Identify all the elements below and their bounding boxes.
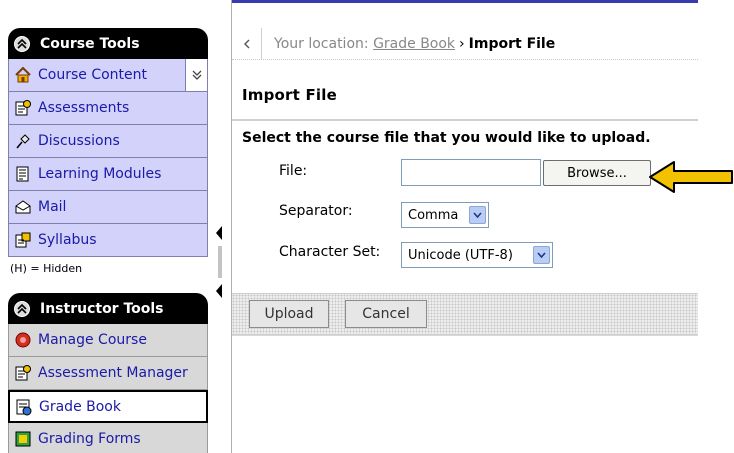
sidebar-item-syllabus[interactable]: Syllabus: [8, 224, 208, 257]
action-bar: Upload Cancel: [232, 293, 698, 335]
sidebar-item-label: Assessments: [38, 100, 130, 116]
action-divider: [232, 335, 698, 336]
separator-label: Separator:: [279, 203, 353, 219]
cancel-button[interactable]: Cancel: [345, 300, 427, 328]
sidebar-item-label: Manage Course: [38, 332, 147, 348]
course-tools-title: Course Tools: [40, 35, 140, 52]
top-border: [232, 0, 698, 3]
file-label: File:: [279, 163, 308, 179]
scroll-down-button[interactable]: [185, 59, 207, 91]
grade-book-icon: [14, 397, 34, 417]
separator-value: Comma: [408, 207, 459, 223]
sidebar-item-mail[interactable]: Mail: [8, 191, 208, 224]
sidebar-item-assessment-manager[interactable]: Assessment Manager: [8, 357, 208, 390]
sidebar-item-label: Grade Book: [39, 398, 121, 415]
page-title: Import File: [242, 86, 337, 104]
sidebar-resize-handle[interactable]: [212, 224, 226, 304]
sidebar-item-label: Syllabus: [38, 232, 97, 248]
instruction-text: Select the course file that you would li…: [242, 130, 651, 146]
grading-forms-icon: [13, 429, 33, 449]
course-tools-list: Course Content Assessments Discussions L…: [8, 59, 208, 257]
sidebar-item-discussions[interactable]: Discussions: [8, 125, 208, 158]
sidebar-item-label: Discussions: [38, 133, 120, 149]
document-icon: [13, 164, 33, 184]
sidebar: Course Tools Course Content Assessments …: [0, 0, 212, 453]
sidebar-item-label: Mail: [38, 199, 67, 215]
charset-label: Character Set:: [279, 244, 381, 260]
breadcrumb-text: Your location: Grade Book › Import File: [274, 36, 555, 52]
sidebar-item-manage-course[interactable]: Manage Course: [8, 324, 208, 357]
charset-select[interactable]: Unicode (UTF-8): [401, 242, 553, 268]
instructor-tools-header[interactable]: Instructor Tools: [8, 293, 208, 324]
assessments-icon: [13, 363, 33, 383]
main-content: Your location: Grade Book › Import File Im…: [232, 0, 702, 453]
house-icon: [13, 65, 33, 85]
file-path-input[interactable]: [401, 159, 541, 186]
browse-button[interactable]: Browse...: [543, 160, 651, 186]
sidebar-item-assessments[interactable]: Assessments: [8, 92, 208, 125]
instructor-tools-list: Manage Course Assessment Manager Grade B…: [8, 324, 208, 453]
course-tools-header[interactable]: Course Tools: [8, 28, 208, 59]
sidebar-item-course-content[interactable]: Course Content: [8, 59, 208, 92]
sidebar-item-label: Grading Forms: [38, 431, 141, 447]
sidebar-item-grade-book[interactable]: Grade Book: [8, 390, 208, 423]
separator-select[interactable]: Comma: [401, 202, 489, 228]
charset-value: Unicode (UTF-8): [408, 247, 513, 263]
sidebar-item-grading-forms[interactable]: Grading Forms: [8, 423, 208, 453]
breadcrumb-current: Import File: [468, 35, 556, 52]
assessments-icon: [13, 98, 33, 118]
breadcrumb: Your location: Grade Book › Import File: [232, 27, 698, 60]
upload-button[interactable]: Upload: [249, 300, 329, 328]
double-chevron-down-icon: [192, 70, 201, 80]
sidebar-item-label: Course Content: [38, 67, 148, 83]
sidebar-item-label: Assessment Manager: [38, 365, 188, 381]
mail-icon: [13, 197, 33, 217]
collapse-up-icon[interactable]: [14, 35, 30, 52]
breadcrumb-prefix: Your location:: [274, 35, 369, 52]
instructor-tools-title: Instructor Tools: [40, 300, 164, 317]
dropdown-arrow-icon[interactable]: [469, 206, 486, 224]
dropdown-arrow-icon[interactable]: [533, 246, 550, 264]
chevron-left-icon: [243, 39, 249, 48]
collapse-up-icon[interactable]: [14, 300, 30, 317]
sidebar-item-learning-modules[interactable]: Learning Modules: [8, 158, 208, 191]
title-divider: [232, 119, 698, 121]
syllabus-icon: [13, 230, 33, 250]
hidden-legend: (H) = Hidden: [10, 262, 83, 275]
back-button[interactable]: [232, 27, 262, 60]
breadcrumb-link-grade-book[interactable]: Grade Book: [373, 36, 455, 52]
manage-course-icon: [13, 330, 33, 350]
sidebar-item-label: Learning Modules: [38, 166, 162, 182]
pointer-arrow-icon: [649, 161, 733, 193]
pushpin-icon: [13, 131, 33, 151]
breadcrumb-separator: ›: [459, 35, 465, 52]
